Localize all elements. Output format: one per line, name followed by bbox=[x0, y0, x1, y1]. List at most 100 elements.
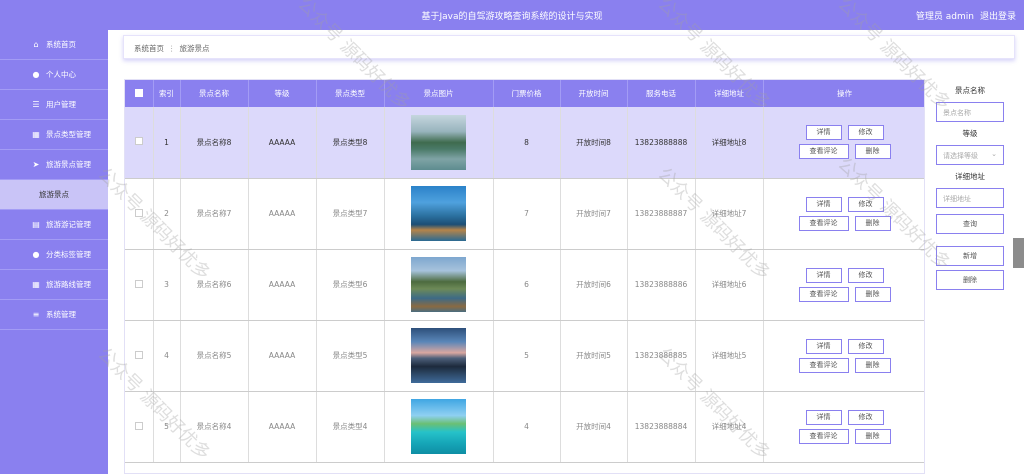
detail-button[interactable]: 详情 bbox=[805, 196, 842, 212]
cell-image bbox=[384, 107, 494, 179]
user-area: 管理员 admin 退出登录 bbox=[910, 9, 1016, 22]
delete-button[interactable]: 删除 bbox=[854, 357, 891, 373]
sidebar-item-system[interactable]: ≡ 系统管理 bbox=[0, 300, 108, 330]
cell-address: 详细地址4 bbox=[695, 391, 764, 463]
table-row[interactable]: 2 景点名称7 AAAAA 景点类型7 7 开放时间7 13823888887 … bbox=[125, 178, 924, 250]
sidebar-item-label: 系统首页 bbox=[46, 40, 76, 49]
delete-button[interactable]: 删除 bbox=[854, 286, 891, 302]
cell-phone: 13823888888 bbox=[627, 107, 696, 179]
select-all-cell[interactable] bbox=[125, 80, 154, 107]
cell-name: 景点名称6 bbox=[180, 249, 249, 321]
table-row[interactable]: 4 景点名称5 AAAAA 景点类型5 5 开放时间5 13823888885 … bbox=[125, 320, 924, 392]
cell-address: 详细地址7 bbox=[695, 178, 764, 250]
row-checkbox[interactable] bbox=[134, 421, 143, 430]
cell-name: 景点名称7 bbox=[180, 178, 249, 250]
column-header: 门票价格 bbox=[493, 80, 561, 107]
edit-button[interactable]: 修改 bbox=[847, 338, 884, 354]
detail-button[interactable]: 详情 bbox=[805, 125, 842, 141]
table-row[interactable]: 3 景点名称6 AAAAA 景点类型6 6 开放时间6 13823888886 … bbox=[125, 249, 924, 321]
batch-delete-button[interactable]: 删除 bbox=[936, 270, 1004, 290]
menu-icon: ≡ bbox=[32, 310, 40, 319]
delete-button[interactable]: 删除 bbox=[854, 428, 891, 444]
edit-button[interactable]: 修改 bbox=[847, 196, 884, 212]
sidebar-item-label: 用户管理 bbox=[46, 100, 76, 109]
row-checkbox[interactable] bbox=[134, 137, 143, 146]
detail-button[interactable]: 详情 bbox=[805, 267, 842, 283]
sidebar-item-spots-manage[interactable]: ➤ 旅游景点管理 bbox=[0, 150, 108, 180]
delete-button[interactable]: 删除 bbox=[854, 144, 891, 160]
sidebar-item-label: 景点类型管理 bbox=[46, 130, 91, 139]
detail-button[interactable]: 详情 bbox=[805, 409, 842, 425]
delete-button[interactable]: 删除 bbox=[854, 215, 891, 231]
row-checkbox-cell[interactable] bbox=[125, 107, 154, 179]
cell-actions: 详情 修改查看评论 删除 bbox=[763, 320, 924, 392]
edit-button[interactable]: 修改 bbox=[847, 125, 884, 141]
sidebar-item-profile[interactable]: ● 个人中心 bbox=[0, 60, 108, 90]
scrollbar-thumb[interactable] bbox=[1013, 238, 1024, 268]
sidebar-item-users[interactable]: ☰ 用户管理 bbox=[0, 90, 108, 120]
search-panel: 景点名称 景点名称 等级 请选择等级 ⌄ 详细地址 详细地址 查询 新增 删除 bbox=[936, 85, 1004, 294]
add-button[interactable]: 新增 bbox=[936, 246, 1004, 266]
table-row[interactable]: 5 景点名称4 AAAAA 景点类型4 4 开放时间4 13823888884 … bbox=[125, 391, 924, 463]
breadcrumb-home[interactable]: 系统首页 bbox=[134, 44, 164, 53]
cell-index: 5 bbox=[153, 391, 181, 463]
cell-price: 6 bbox=[493, 249, 561, 321]
pin-icon: ● bbox=[32, 250, 40, 259]
level-select-placeholder: 请选择等级 bbox=[943, 152, 978, 160]
chevron-down-icon: ⌄ bbox=[991, 150, 997, 158]
column-header: 景点类型 bbox=[316, 80, 385, 107]
row-checkbox-cell[interactable] bbox=[125, 249, 154, 321]
view-comments-button[interactable]: 查看评论 bbox=[798, 215, 849, 231]
sidebar-item-label: 个人中心 bbox=[46, 70, 76, 79]
cell-type: 景点类型7 bbox=[316, 178, 385, 250]
edit-button[interactable]: 修改 bbox=[847, 409, 884, 425]
view-comments-button[interactable]: 查看评论 bbox=[798, 144, 849, 160]
sidebar-item-label: 系统管理 bbox=[46, 310, 76, 319]
view-comments-button[interactable]: 查看评论 bbox=[798, 428, 849, 444]
column-header: 等级 bbox=[248, 80, 317, 107]
detail-button[interactable]: 详情 bbox=[805, 338, 842, 354]
row-checkbox-cell[interactable] bbox=[125, 391, 154, 463]
cell-name: 景点名称4 bbox=[180, 391, 249, 463]
sidebar-item-spots[interactable]: 旅游景点 bbox=[0, 180, 108, 210]
cell-price: 8 bbox=[493, 107, 561, 179]
row-checkbox[interactable] bbox=[134, 279, 143, 288]
address-input[interactable]: 详细地址 bbox=[936, 188, 1004, 208]
row-checkbox-cell[interactable] bbox=[125, 178, 154, 250]
cell-phone: 13823888887 bbox=[627, 178, 696, 250]
sidebar-item-home[interactable]: ⌂ 系统首页 bbox=[0, 30, 108, 60]
cell-time: 开放时间5 bbox=[560, 320, 628, 392]
user-icon: ● bbox=[32, 70, 40, 79]
spot-name-input[interactable]: 景点名称 bbox=[936, 102, 1004, 122]
cell-index: 3 bbox=[153, 249, 181, 321]
table-row[interactable]: 1 景点名称8 AAAAA 景点类型8 8 开放时间8 13823888888 … bbox=[125, 107, 924, 179]
sidebar-item-routes[interactable]: ▦ 旅游路线管理 bbox=[0, 270, 108, 300]
row-checkbox-cell[interactable] bbox=[125, 320, 154, 392]
sidebar-item-label: 旅游游记管理 bbox=[46, 220, 91, 229]
cell-type: 景点类型6 bbox=[316, 249, 385, 321]
cell-price: 7 bbox=[493, 178, 561, 250]
view-comments-button[interactable]: 查看评论 bbox=[798, 286, 849, 302]
cell-level: AAAAA bbox=[248, 178, 317, 250]
sidebar-item-spot-types[interactable]: ▦ 景点类型管理 bbox=[0, 120, 108, 150]
logout-link[interactable]: 退出登录 bbox=[980, 12, 1016, 22]
edit-button[interactable]: 修改 bbox=[847, 267, 884, 283]
column-header: 服务电话 bbox=[627, 80, 696, 107]
sidebar: ⌂ 系统首页 ● 个人中心 ☰ 用户管理 ▦ 景点类型管理 ➤ 旅游景点管理 旅游景点 ▤… bbox=[0, 30, 108, 474]
row-checkbox[interactable] bbox=[134, 208, 143, 217]
level-select[interactable]: 请选择等级 ⌄ bbox=[936, 145, 1004, 165]
cell-type: 景点类型4 bbox=[316, 391, 385, 463]
cell-index: 1 bbox=[153, 107, 181, 179]
sidebar-item-notes[interactable]: ▤ 旅游游记管理 bbox=[0, 210, 108, 240]
query-button[interactable]: 查询 bbox=[936, 214, 1004, 234]
column-header: 详细地址 bbox=[695, 80, 764, 107]
column-header: 开放时间 bbox=[560, 80, 628, 107]
select-all-checkbox[interactable] bbox=[134, 88, 143, 97]
view-comments-button[interactable]: 查看评论 bbox=[798, 357, 849, 373]
column-header: 景点图片 bbox=[384, 80, 494, 107]
column-header: 操作 bbox=[763, 80, 924, 107]
row-checkbox[interactable] bbox=[134, 350, 143, 359]
sliders-icon: ☰ bbox=[32, 100, 40, 109]
sidebar-item-tags[interactable]: ● 分类标签管理 bbox=[0, 240, 108, 270]
cell-image bbox=[384, 249, 494, 321]
